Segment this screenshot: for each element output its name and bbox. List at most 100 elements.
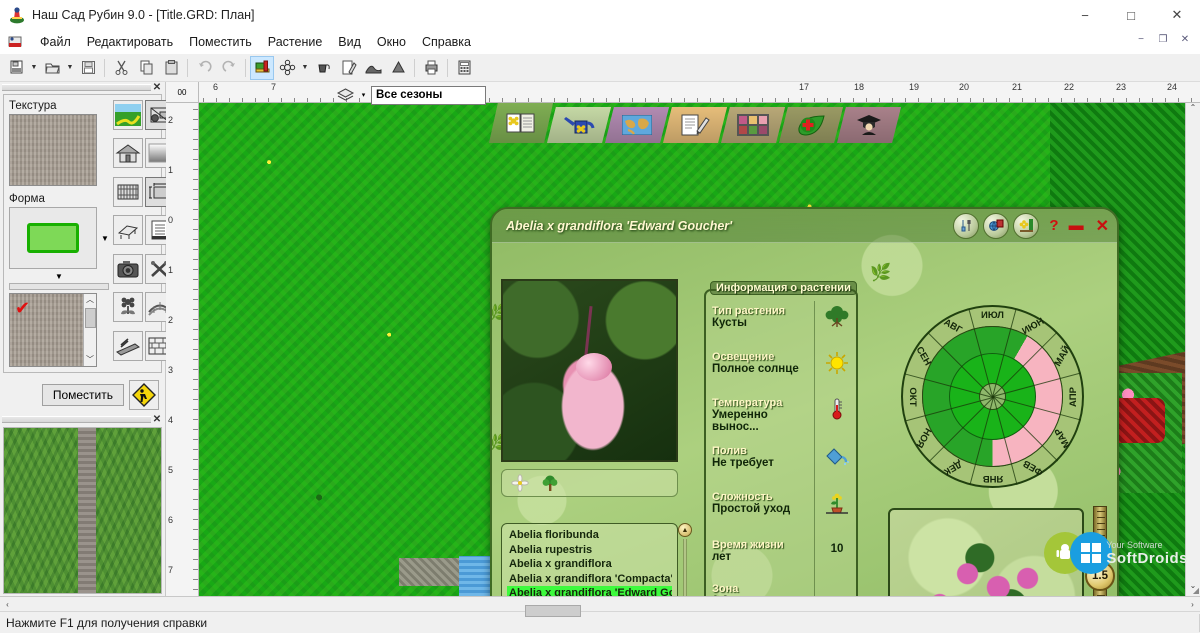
- terrain-icon[interactable]: [361, 56, 385, 80]
- ruler-unit-label[interactable]: 00: [166, 82, 199, 102]
- ruler-minor-tick: [193, 559, 198, 560]
- texture-list-scrollbar[interactable]: ︿ ﹀: [83, 294, 96, 366]
- tab-encyclopedia[interactable]: [489, 103, 553, 143]
- scroll-left-icon[interactable]: ‹: [0, 600, 15, 609]
- window-minimize-button[interactable]: −: [1062, 0, 1108, 30]
- place-button[interactable]: Поместить: [41, 384, 124, 406]
- dialog-minimize-icon[interactable]: ▬: [1069, 217, 1084, 234]
- redo-icon[interactable]: [217, 56, 241, 80]
- globe-book-icon[interactable]: [983, 212, 1010, 239]
- plant-list-item[interactable]: Abelia x grandiflora: [507, 557, 672, 572]
- form-swatch[interactable]: [9, 207, 97, 269]
- menu-item-help[interactable]: Справка: [414, 32, 479, 52]
- mdi-child-controls: − ❐ ✕: [1130, 30, 1196, 48]
- tree-icon[interactable]: [540, 473, 560, 493]
- flower-icon[interactable]: [275, 56, 299, 80]
- landscape-icon[interactable]: [112, 100, 143, 130]
- open-folder-caret-icon[interactable]: ▼: [65, 56, 75, 80]
- open-folder-icon[interactable]: [40, 56, 64, 80]
- horizontal-scrollbar[interactable]: ‹ ›: [0, 596, 1200, 617]
- plant-catalog-icon[interactable]: [250, 55, 274, 80]
- camera-icon[interactable]: [112, 253, 143, 284]
- furniture-icon[interactable]: [112, 215, 143, 246]
- layers-caret-icon[interactable]: ▾: [358, 91, 369, 99]
- plant-list-scroll-up-icon[interactable]: ▲: [678, 523, 692, 537]
- wheel-month-label: ЯНВ: [982, 472, 1003, 484]
- dialog-help-icon[interactable]: ?: [1049, 217, 1058, 234]
- preview-panel-grip[interactable]: ✕: [0, 414, 165, 425]
- resize-grip-icon[interactable]: ◢: [1193, 586, 1199, 595]
- mdi-restore-button[interactable]: ❐: [1152, 30, 1174, 48]
- cut-icon[interactable]: [109, 56, 133, 80]
- scroll-thumb[interactable]: [525, 605, 581, 617]
- menu-item-place[interactable]: Поместить: [181, 32, 260, 52]
- new-document-icon[interactable]: [4, 56, 28, 80]
- print-icon[interactable]: [419, 56, 443, 80]
- menu-item-plant[interactable]: Растение: [260, 32, 331, 52]
- plant-list-scrollbar[interactable]: ▲ ▼: [678, 523, 692, 596]
- panel-title-grip[interactable]: ✕: [0, 82, 165, 93]
- bloom-calendar-wheel[interactable]: ЯНВ ФЕВ МАР АПР МАЙ ИЮН ИЮЛ АВГ СЕН ОКТ НОЯ ДЕК: [901, 305, 1084, 488]
- calculator-icon[interactable]: [452, 56, 476, 80]
- rect-shape-icon: [27, 223, 79, 253]
- scroll-thumb[interactable]: [84, 308, 96, 328]
- scroll-down-icon[interactable]: ﹀: [86, 354, 94, 366]
- menu-item-window[interactable]: Окно: [369, 32, 414, 52]
- fence-icon[interactable]: [112, 176, 143, 207]
- dialog-title-bar[interactable]: Abelia x grandiflora 'Edward Goucher' ? …: [492, 209, 1117, 243]
- white-flower-icon[interactable]: [510, 473, 530, 493]
- expand-caret-icon[interactable]: ▼: [9, 272, 109, 281]
- texture-preview: [3, 427, 162, 594]
- panel-splitter[interactable]: [9, 283, 109, 290]
- scroll-up-icon[interactable]: ︿: [86, 294, 94, 306]
- plant-list-item[interactable]: Abelia x grandiflora 'Edward Go...: [507, 586, 672, 596]
- layers-icon[interactable]: [334, 84, 356, 106]
- save-icon[interactable]: [76, 56, 100, 80]
- horizontal-ruler: 00 67171819202122232425: [166, 82, 1200, 103]
- house-icon[interactable]: [112, 138, 143, 169]
- scroll-up-icon[interactable]: ⌃: [1190, 103, 1197, 118]
- season-combo[interactable]: Все сезоны: [371, 85, 486, 105]
- plant-list-scroll-track[interactable]: [683, 539, 687, 596]
- paint-bucket-icon[interactable]: [311, 56, 335, 80]
- preview-panel-close-icon[interactable]: ✕: [151, 414, 163, 425]
- mdi-close-button[interactable]: ✕: [1174, 30, 1196, 48]
- window-close-button[interactable]: ✕: [1154, 0, 1200, 30]
- tab-expert[interactable]: [837, 107, 901, 143]
- menu-item-edit[interactable]: Редактировать: [79, 32, 181, 52]
- new-document-caret-icon[interactable]: ▼: [29, 56, 39, 80]
- canvas-vertical-scrollbar[interactable]: ⌃ ⌄ ◢: [1185, 103, 1200, 596]
- window-maximize-button[interactable]: □: [1108, 0, 1154, 30]
- plant-list-item[interactable]: Abelia x grandiflora 'Compacta': [507, 572, 672, 587]
- flower-bed-icon[interactable]: [112, 292, 143, 323]
- paste-icon[interactable]: [159, 56, 183, 80]
- garden-plan-canvas[interactable]: Abelia x grandiflora 'Edward Goucher' ? …: [199, 103, 1200, 596]
- scroll-right-icon[interactable]: ›: [1185, 600, 1200, 609]
- cone-icon[interactable]: [386, 56, 410, 80]
- garden-tools-icon[interactable]: [953, 212, 980, 239]
- texture-list[interactable]: ✔ ︿ ﹀: [9, 293, 97, 367]
- tab-notes[interactable]: [663, 107, 727, 143]
- tab-health[interactable]: [779, 107, 843, 143]
- edit-note-icon[interactable]: [336, 56, 360, 80]
- info-row-key: Полив: [712, 445, 747, 457]
- texture-swatch[interactable]: [9, 114, 97, 186]
- worker-sign-icon[interactable]: [129, 380, 159, 410]
- undo-icon[interactable]: [192, 56, 216, 80]
- flower-caret-icon[interactable]: ▼: [300, 56, 310, 80]
- tab-world-map[interactable]: [605, 107, 669, 143]
- plant-species-list[interactable]: Abelia floribunda Abelia rupestris Abelia …: [501, 523, 678, 596]
- mdi-minimize-button[interactable]: −: [1130, 30, 1152, 48]
- form-dropdown-caret-icon[interactable]: ▼: [101, 234, 109, 243]
- dialog-close-icon[interactable]: ✕: [1096, 216, 1109, 236]
- tab-watering[interactable]: [547, 107, 611, 143]
- copy-icon[interactable]: [134, 56, 158, 80]
- flower-flag-icon[interactable]: [1013, 212, 1040, 239]
- panel-close-icon[interactable]: ✕: [151, 82, 163, 93]
- edging-icon[interactable]: [112, 330, 143, 361]
- plant-list-item[interactable]: Abelia rupestris: [507, 543, 672, 558]
- menu-item-view[interactable]: Вид: [330, 32, 369, 52]
- menu-item-file[interactable]: Файл: [32, 32, 79, 52]
- tab-gallery[interactable]: [721, 107, 785, 143]
- plant-list-item[interactable]: Abelia floribunda: [507, 528, 672, 543]
